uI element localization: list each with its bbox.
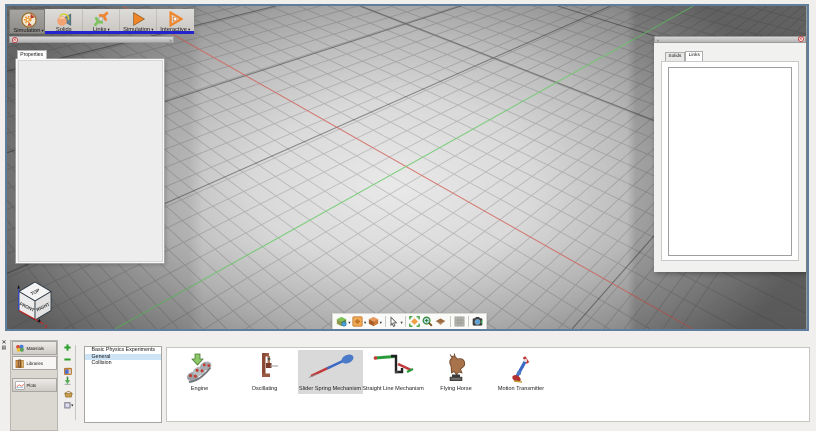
- svg-text:x: x: [45, 324, 48, 330]
